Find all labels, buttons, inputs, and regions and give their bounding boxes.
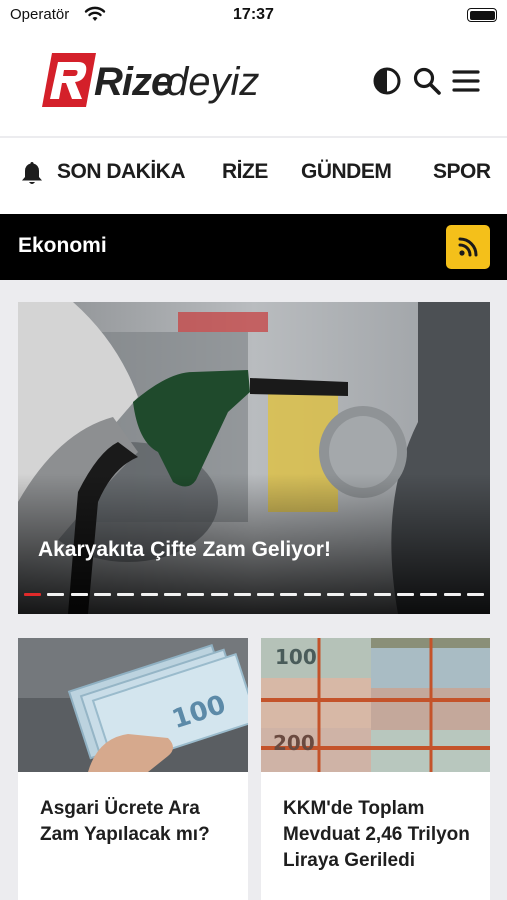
logo-text-rize: Rize bbox=[94, 60, 173, 104]
news-card-title[interactable]: Asgari Ücrete Ara Zam Yapılacak mı? bbox=[40, 796, 236, 848]
news-card[interactable]: 100 200 KKM'de Toplam Mevduat 2,46 Trily… bbox=[261, 638, 490, 900]
hero-slider[interactable]: Akaryakıta Çifte Zam Geliyor! bbox=[18, 302, 490, 614]
slider-dot[interactable] bbox=[140, 593, 158, 596]
slider-dot[interactable] bbox=[210, 593, 228, 596]
bell-icon bbox=[22, 162, 42, 184]
clock: 17:37 bbox=[233, 6, 274, 23]
news-card-image: 100 bbox=[18, 638, 248, 772]
slider-dot[interactable] bbox=[466, 593, 484, 596]
search-icon[interactable] bbox=[412, 66, 442, 96]
hero-title[interactable]: Akaryakıta Çifte Zam Geliyor! bbox=[38, 538, 331, 562]
slider-dot[interactable] bbox=[443, 593, 461, 596]
slider-dot[interactable] bbox=[233, 593, 251, 596]
battery-icon bbox=[467, 8, 497, 22]
slider-dot[interactable] bbox=[373, 593, 391, 596]
nav-item-son-dakika[interactable]: SON DAKİKA bbox=[57, 160, 186, 184]
nav-item-rize[interactable]: RİZE bbox=[222, 160, 268, 184]
slider-dot[interactable] bbox=[70, 593, 88, 596]
menu-icon[interactable] bbox=[451, 66, 481, 96]
rss-button[interactable] bbox=[446, 225, 490, 269]
slider-dot[interactable] bbox=[24, 593, 41, 596]
nav-item-spor[interactable]: SPOR bbox=[433, 160, 491, 184]
section-header: Ekonomi bbox=[0, 214, 507, 280]
slider-dot[interactable] bbox=[280, 593, 298, 596]
logo-text-deyiz: deyiz bbox=[166, 60, 260, 104]
slider-dot[interactable] bbox=[117, 593, 135, 596]
slider-dot[interactable] bbox=[303, 593, 321, 596]
news-card[interactable]: 100 Asgari Ücrete Ara Zam Yapılacak mı? bbox=[18, 638, 248, 900]
nav-item-gundem[interactable]: GÜNDEM bbox=[301, 160, 392, 184]
slider-pagination[interactable] bbox=[24, 593, 484, 597]
logo-mark bbox=[42, 53, 96, 107]
slider-dot[interactable] bbox=[93, 593, 111, 596]
app-header: Rize deyiz bbox=[0, 32, 507, 136]
status-bar: Operatör 17:37 bbox=[0, 0, 507, 32]
news-card-image: 100 200 bbox=[261, 638, 490, 772]
svg-text:100: 100 bbox=[275, 645, 317, 669]
rss-icon bbox=[458, 237, 478, 257]
slider-dot[interactable] bbox=[187, 593, 205, 596]
slider-dot[interactable] bbox=[163, 593, 181, 596]
hero-image bbox=[18, 302, 490, 614]
slider-dot[interactable] bbox=[327, 593, 345, 596]
svg-text:200: 200 bbox=[273, 731, 315, 755]
slider-dot[interactable] bbox=[257, 593, 275, 596]
slider-dot[interactable] bbox=[350, 593, 368, 596]
section-title: Ekonomi bbox=[18, 234, 107, 257]
slider-dot[interactable] bbox=[420, 593, 438, 596]
category-nav: SON DAKİKA RİZE GÜNDEM SPOR bbox=[0, 138, 507, 214]
slider-dot[interactable] bbox=[47, 593, 65, 596]
news-card-title[interactable]: KKM'de Toplam Mevduat 2,46 Trilyon Liray… bbox=[283, 796, 473, 874]
slider-dot[interactable] bbox=[397, 593, 414, 596]
contrast-icon[interactable] bbox=[372, 66, 402, 96]
